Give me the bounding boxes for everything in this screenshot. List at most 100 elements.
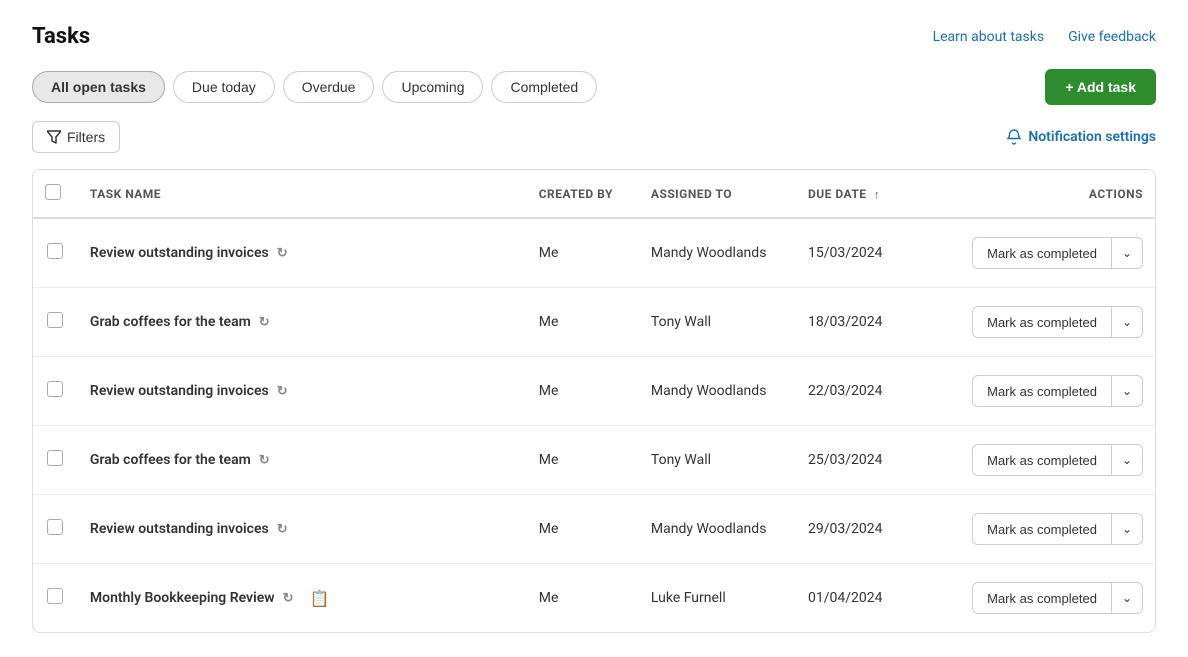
table-row: Grab coffees for the team↻MeTony Wall18/…: [33, 288, 1155, 357]
row-due-date: 22/03/2024: [796, 357, 931, 426]
action-chevron-button[interactable]: ⌄: [1112, 239, 1142, 267]
col-header-actions: ACTIONS: [931, 170, 1155, 218]
give-feedback-link[interactable]: Give feedback: [1068, 29, 1156, 45]
col-header-assigned-to: ASSIGNED TO: [639, 170, 796, 218]
row-checkbox[interactable]: [47, 450, 63, 466]
task-name-text: Review outstanding invoices: [90, 245, 269, 261]
row-created-by: Me: [527, 426, 639, 495]
table-row: Review outstanding invoices↻MeMandy Wood…: [33, 218, 1155, 288]
row-actions-cell: Mark as completed⌄: [931, 218, 1155, 288]
note-icon: 📋: [309, 589, 329, 608]
table-row: Review outstanding invoices↻ MeMandy Wood…: [33, 357, 1155, 426]
row-checkbox[interactable]: [47, 588, 63, 604]
mark-as-completed-group: Mark as completed⌄: [972, 306, 1143, 338]
col-header-due-date[interactable]: DUE DATE ↑: [796, 170, 931, 218]
repeat-icon: ↻: [283, 591, 294, 606]
tab-upcoming[interactable]: Upcoming: [382, 71, 483, 103]
tab-all-open[interactable]: All open tasks: [32, 71, 165, 103]
row-checkbox[interactable]: [47, 243, 63, 259]
row-actions-cell: Mark as completed⌄: [931, 564, 1155, 633]
row-checkbox[interactable]: [47, 519, 63, 535]
row-actions-cell: Mark as completed⌄: [931, 288, 1155, 357]
tasks-table: TASK NAME CREATED BY ASSIGNED TO DUE DAT…: [33, 170, 1155, 632]
repeat-icon: ↻: [277, 384, 288, 399]
add-task-button[interactable]: + Add task: [1045, 69, 1156, 105]
row-checkbox-cell: [33, 426, 78, 495]
table-row: Review outstanding invoices ↻ MeMandy Wood…: [33, 495, 1155, 564]
row-checkbox-cell: [33, 357, 78, 426]
mark-as-completed-button[interactable]: Mark as completed: [973, 308, 1111, 337]
action-chevron-button[interactable]: ⌄: [1112, 584, 1142, 612]
task-name-text: Review outstanding invoices: [90, 521, 269, 537]
row-checkbox-cell: [33, 564, 78, 633]
action-chevron-button[interactable]: ⌄: [1112, 377, 1142, 405]
tab-overdue[interactable]: Overdue: [283, 71, 375, 103]
page-title: Tasks: [32, 24, 90, 49]
row-checkbox-cell: [33, 495, 78, 564]
row-created-by: Me: [527, 357, 639, 426]
row-created-by: Me: [527, 495, 639, 564]
row-assigned-to: Luke Furnell: [639, 564, 796, 633]
row-checkbox[interactable]: [47, 312, 63, 328]
learn-about-tasks-link[interactable]: Learn about tasks: [933, 29, 1045, 45]
task-name-content: Review outstanding invoices↻: [90, 383, 515, 399]
tabs-row: All open tasks Due today Overdue Upcomin…: [32, 69, 1156, 105]
task-name-text: Grab coffees for the team: [90, 452, 251, 468]
row-task-name-cell: Monthly Bookkeeping Review ↻ 📋: [78, 564, 527, 633]
notification-settings-link[interactable]: Notification settings: [1006, 129, 1156, 145]
row-due-date: 18/03/2024: [796, 288, 931, 357]
bell-icon: [1006, 129, 1022, 145]
select-all-checkbox[interactable]: [45, 184, 61, 200]
task-name-content: Grab coffees for the team ↻: [90, 452, 515, 468]
row-due-date: 25/03/2024: [796, 426, 931, 495]
header-row: Tasks Learn about tasks Give feedback: [32, 24, 1156, 49]
row-task-name-cell: Grab coffees for the team ↻: [78, 426, 527, 495]
tasks-tbody: Review outstanding invoices↻MeMandy Wood…: [33, 218, 1155, 632]
secondary-row: Filters Notification settings: [32, 121, 1156, 153]
tab-group: All open tasks Due today Overdue Upcomin…: [32, 71, 597, 103]
filters-button[interactable]: Filters: [32, 121, 120, 153]
mark-as-completed-group: Mark as completed⌄: [972, 444, 1143, 476]
mark-as-completed-button[interactable]: Mark as completed: [973, 515, 1111, 544]
due-date-label: DUE DATE: [808, 187, 867, 201]
mark-as-completed-group: Mark as completed⌄: [972, 582, 1143, 614]
row-actions-cell: Mark as completed⌄: [931, 357, 1155, 426]
row-task-name-cell: Review outstanding invoices↻: [78, 357, 527, 426]
action-chevron-button[interactable]: ⌄: [1112, 446, 1142, 474]
repeat-icon: ↻: [277, 246, 288, 261]
col-header-created-by: CREATED BY: [527, 170, 639, 218]
task-name-text: Grab coffees for the team: [90, 314, 251, 330]
col-header-task-name: TASK NAME: [78, 170, 527, 218]
repeat-icon: ↻: [277, 522, 288, 537]
row-task-name-cell: Review outstanding invoices ↻: [78, 218, 527, 288]
mark-as-completed-button[interactable]: Mark as completed: [973, 239, 1111, 268]
row-actions-cell: Mark as completed⌄: [931, 495, 1155, 564]
mark-as-completed-group: Mark as completed⌄: [972, 237, 1143, 269]
task-name-text: Monthly Bookkeeping Review: [90, 590, 275, 606]
task-name-content: Grab coffees for the team↻: [90, 314, 515, 330]
row-due-date: 15/03/2024: [796, 218, 931, 288]
row-created-by: Me: [527, 218, 639, 288]
mark-as-completed-group: Mark as completed⌄: [972, 375, 1143, 407]
row-checkbox-cell: [33, 218, 78, 288]
table-row: Grab coffees for the team ↻ MeTony Wall25/…: [33, 426, 1155, 495]
row-checkbox-cell: [33, 288, 78, 357]
mark-as-completed-button[interactable]: Mark as completed: [973, 584, 1111, 613]
tab-completed[interactable]: Completed: [491, 71, 597, 103]
mark-as-completed-button[interactable]: Mark as completed: [973, 446, 1111, 475]
tab-due-today[interactable]: Due today: [173, 71, 275, 103]
tasks-page: Tasks Learn about tasks Give feedback Al…: [0, 0, 1188, 657]
tasks-table-container: TASK NAME CREATED BY ASSIGNED TO DUE DAT…: [32, 169, 1156, 633]
repeat-icon: ↻: [259, 453, 270, 468]
action-chevron-button[interactable]: ⌄: [1112, 308, 1142, 336]
row-assigned-to: Tony Wall: [639, 426, 796, 495]
filter-icon: [47, 130, 61, 144]
row-task-name-cell: Review outstanding invoices ↻: [78, 495, 527, 564]
row-checkbox[interactable]: [47, 381, 63, 397]
row-task-name-cell: Grab coffees for the team↻: [78, 288, 527, 357]
row-assigned-to: Mandy Woodlands: [639, 495, 796, 564]
row-due-date: 29/03/2024: [796, 495, 931, 564]
action-chevron-button[interactable]: ⌄: [1112, 515, 1142, 543]
row-assigned-to: Mandy Woodlands: [639, 357, 796, 426]
mark-as-completed-button[interactable]: Mark as completed: [973, 377, 1111, 406]
